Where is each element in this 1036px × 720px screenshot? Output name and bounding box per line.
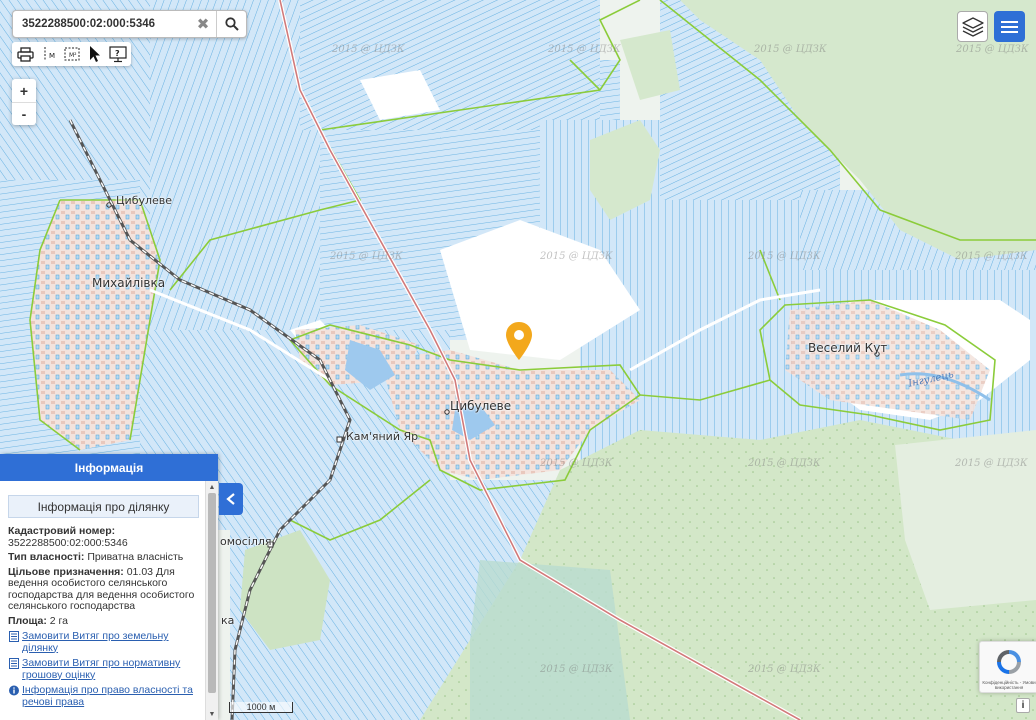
watermark: 2015 @ ЦДЗК [955, 458, 1028, 469]
area-value: 2 га [49, 614, 68, 627]
measure-area-icon: M² [64, 47, 79, 61]
order-land-extract-label: Замовити Витяг про земельну ділянку [22, 630, 169, 654]
order-valuation-extract-label: Замовити Витяг про нормативну грошову оц… [22, 657, 181, 681]
cadastral-search-input[interactable] [13, 11, 190, 37]
purpose-row: Цільове призначення: 01.03 Для ведення о… [8, 565, 199, 613]
ownership-label: Тип власності: [8, 551, 85, 563]
svg-text:M²: M² [69, 52, 77, 59]
recaptcha-badge[interactable]: Конфіденційність - Умови використання [979, 641, 1036, 693]
attribution-info-button[interactable]: i [1016, 698, 1030, 713]
cadastral-number-label: Кадастровий номер: [8, 525, 116, 537]
watermark: 2015 @ ЦДЗК [955, 251, 1028, 262]
menu-button[interactable] [994, 11, 1025, 42]
watermark: 2015 @ ЦДЗК [540, 458, 613, 469]
zoom-control: + - [12, 79, 36, 125]
watermark: 2015 @ ЦДЗК [748, 251, 821, 262]
search-icon [224, 17, 239, 31]
place-label-ka: ка [221, 614, 235, 627]
purpose-label: Цільове призначення: [8, 565, 124, 578]
svg-text:?: ? [115, 49, 120, 58]
svg-text:M: M [49, 52, 55, 60]
layers-button[interactable] [957, 11, 988, 42]
watermark: 2015 @ ЦДЗК [540, 251, 613, 262]
info-panel: Інформація Інформація про ділянку Кадаст… [0, 454, 218, 720]
info-panel-header: Інформація [0, 454, 218, 481]
zoom-out-button[interactable]: - [12, 102, 36, 125]
watermark: 2015 @ ЦДЗК [332, 44, 405, 55]
place-label-tsybuleve-north: Цибулеве [116, 194, 173, 207]
map-toolbar: M M² ? [12, 42, 131, 66]
order-valuation-extract-link[interactable]: Замовити Витяг про нормативну грошову оц… [8, 657, 199, 681]
cadastral-number-row: Кадастровий номер: 3522288500:02:000:534… [8, 525, 199, 549]
watermark: 2015 @ ЦДЗК [748, 458, 821, 469]
measure-area-button[interactable]: M² [60, 43, 83, 65]
watermark: 2015 @ ЦДЗК [748, 664, 821, 675]
watermark: 2015 @ ЦДЗК [754, 44, 827, 55]
info-screen-button[interactable]: ? [106, 43, 129, 65]
scroll-up-icon[interactable]: ▲ [206, 481, 218, 493]
pointer-icon [89, 46, 100, 62]
info-panel-subtitle: Інформація про ділянку [8, 495, 199, 518]
scroll-down-icon[interactable]: ▼ [206, 708, 218, 720]
watermark: 2015 @ ЦДЗК [330, 251, 403, 262]
recaptcha-text: Конфіденційність - Умови використання [982, 680, 1036, 690]
area-row: Площа: 2 га [8, 614, 199, 628]
info-panel-body: Інформація про ділянку Кадастровий номер… [0, 481, 205, 720]
watermark: 2015 @ ЦДЗК [956, 44, 1029, 55]
map-pin-icon[interactable] [505, 321, 533, 361]
area-label: Площа: [8, 614, 47, 627]
ownership-value: Приватна власність [87, 551, 184, 563]
measure-distance-button[interactable]: M [37, 43, 60, 65]
place-label-kamianyi-yar: Кам'яний Яр [346, 430, 419, 443]
info-screen-icon: ? [108, 45, 127, 62]
ownership-rights-info-label: Інформація про право власності та речові… [22, 684, 193, 708]
place-label-komosillia: омосілля [220, 535, 272, 548]
ownership-row: Тип власності: Приватна власність [8, 551, 199, 564]
print-icon [17, 46, 34, 62]
place-label-veselyi-kut: Веселий Кут [808, 341, 888, 355]
watermark: 2015 @ ЦДЗК [548, 44, 621, 55]
pointer-button[interactable] [83, 43, 106, 65]
chevron-left-icon [226, 493, 235, 505]
menu-icon [1001, 20, 1018, 33]
order-land-extract-link[interactable]: Замовити Витяг про земельну ділянку [8, 630, 199, 654]
place-label-tsybuleve: Цибулеве [450, 399, 512, 413]
print-button[interactable] [14, 43, 37, 65]
zoom-in-button[interactable]: + [12, 79, 36, 102]
document-icon [9, 658, 19, 669]
info-circle-icon [9, 685, 19, 696]
watermark: 2015 @ ЦДЗК [540, 664, 613, 675]
info-panel-scrollbar[interactable]: ▲ ▼ [205, 481, 218, 720]
close-icon[interactable]: ✖ [190, 15, 216, 33]
place-label-mykhailivka: Михайлівка [92, 276, 166, 290]
collapse-panel-button[interactable] [219, 483, 243, 515]
scale-bar: 1000 м [229, 702, 293, 713]
measure-distance-icon: M [44, 47, 55, 61]
search-bar: ✖ [12, 10, 247, 38]
layers-icon [961, 16, 984, 37]
scrollbar-thumb[interactable] [208, 493, 216, 693]
recaptcha-icon [997, 650, 1021, 674]
cadastral-number-value: 3522288500:02:000:5346 [8, 536, 128, 549]
search-button[interactable] [216, 11, 246, 37]
ownership-rights-info-link[interactable]: Інформація про право власності та речові… [8, 684, 199, 708]
document-icon [9, 631, 19, 642]
